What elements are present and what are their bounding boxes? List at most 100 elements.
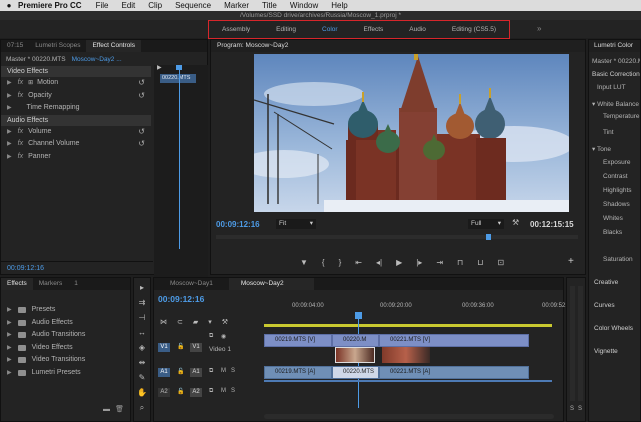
menu-file[interactable]: File — [96, 1, 109, 10]
tab-moscow-day2[interactable]: Moscow~Day2 — [228, 278, 314, 290]
playhead-handle[interactable] — [176, 65, 182, 70]
video-clip-00221[interactable]: 00221.MTS [V] — [379, 334, 529, 347]
expand-icon[interactable]: ▶ — [7, 329, 12, 342]
lumetri-color-wheels[interactable]: Color Wheels — [589, 325, 640, 332]
lumetri-basic-correction[interactable]: Basic Correction — [589, 71, 640, 78]
lumetri-whites[interactable]: Whites — [589, 215, 640, 222]
timeline-settings-icon[interactable]: ⚒ — [222, 318, 228, 326]
program-scrub-bar[interactable] — [216, 235, 578, 239]
tab-effects[interactable]: Effects — [1, 278, 33, 290]
tab-moscow-day1[interactable]: Moscow~Day1 — [154, 278, 229, 290]
effects-item-video-transitions[interactable]: ▶ Video Transitions — [1, 354, 130, 367]
lumetri-curves[interactable]: Curves — [589, 302, 640, 309]
effects-item-audio-effects[interactable]: ▶ Audio Effects — [1, 317, 130, 330]
program-playhead[interactable] — [486, 234, 491, 240]
expand-icon[interactable]: ▶ — [7, 90, 12, 103]
video-clip-00220[interactable]: 00220.M — [332, 334, 379, 347]
selection-tool-icon[interactable]: ▸ — [137, 283, 147, 293]
menu-edit[interactable]: Edit — [121, 1, 135, 10]
effect-controls-timecode[interactable]: 00:09:12:16 — [7, 265, 44, 272]
lumetri-contrast[interactable]: Contrast — [589, 173, 640, 180]
fx-icon[interactable]: fx — [18, 90, 23, 103]
effects-item-video-effects[interactable]: ▶ Video Effects — [1, 342, 130, 355]
workspace-effects[interactable]: Effects — [364, 26, 384, 33]
workspace-editing[interactable]: Editing — [276, 26, 296, 33]
expand-icon[interactable]: ▶ — [7, 151, 12, 164]
play-icon[interactable]: ▶ — [396, 258, 402, 267]
effect-time-remapping-row[interactable]: ▶ Time Remapping — [1, 102, 151, 115]
sync-lock-icon[interactable]: ⧉ — [209, 388, 213, 395]
expand-icon[interactable]: ▶ — [7, 354, 12, 367]
effect-volume-row[interactable]: ▶ fx Volume ↺ — [1, 126, 151, 139]
step-back-icon[interactable]: ⇤ — [355, 258, 362, 267]
lumetri-input-lut[interactable]: Input LUT — [589, 84, 640, 91]
snap-icon[interactable]: ⋈ — [160, 318, 167, 326]
workspace-audio[interactable]: Audio — [409, 26, 426, 33]
apple-icon[interactable]: ● — [0, 1, 18, 10]
a1-target[interactable]: A1 — [190, 368, 202, 377]
menu-sequence[interactable]: Sequence — [175, 1, 211, 10]
lumetri-saturation[interactable]: Saturation — [589, 256, 640, 263]
sequence-clip-label[interactable]: Moscow~Day2 ... — [72, 56, 122, 63]
track-select-tool-icon[interactable]: ⇉ — [137, 298, 147, 308]
export-frame-icon[interactable]: ⊡ — [498, 258, 505, 267]
reset-icon[interactable]: ↺ — [138, 126, 145, 139]
meter-solo-right[interactable]: S — [578, 406, 582, 412]
mute-button[interactable]: M — [221, 368, 226, 374]
lock-icon[interactable]: 🔓 — [177, 368, 184, 375]
slip-tool-icon[interactable]: ⇹ — [137, 358, 147, 368]
menu-help[interactable]: Help — [331, 1, 347, 10]
lumetri-temperature[interactable]: Temperature — [589, 113, 640, 120]
program-timecode[interactable]: 00:09:12:16 — [216, 220, 260, 229]
solo-button[interactable]: S — [231, 388, 235, 394]
tab-timecode[interactable]: 07:15 — [1, 40, 29, 52]
play-icon[interactable]: ▶ — [157, 64, 165, 71]
v1-source-patch[interactable]: V1 — [158, 343, 170, 352]
frame-forward-icon[interactable]: |▸ — [416, 258, 422, 267]
effects-item-audio-transitions[interactable]: ▶ Audio Transitions — [1, 329, 130, 342]
expand-icon[interactable]: ▶ — [7, 317, 12, 330]
go-to-out-icon[interactable]: ⇥ — [436, 258, 443, 267]
timeline-ruler[interactable]: 00:09:04:00 00:09:20:00 00:09:36:00 00:0… — [264, 300, 574, 316]
pen-tool-icon[interactable]: ✎ — [137, 373, 147, 383]
lumetri-creative[interactable]: Creative — [589, 279, 640, 286]
reset-icon[interactable]: ↺ — [138, 77, 145, 90]
expand-icon[interactable]: ▶ — [7, 304, 12, 317]
lumetri-tint[interactable]: Tint — [589, 129, 640, 136]
lumetri-vignette[interactable]: Vignette — [589, 348, 640, 355]
work-area-bar[interactable] — [264, 324, 552, 327]
effect-panner-row[interactable]: ▶ fx Panner — [1, 151, 151, 164]
expand-icon[interactable]: ▶ — [7, 77, 12, 90]
effects-item-lumetri-presets[interactable]: ▶ Lumetri Presets — [1, 367, 130, 380]
frame-back-icon[interactable]: ◂| — [376, 258, 382, 267]
workspace-more-button[interactable]: » — [537, 24, 541, 33]
fx-icon[interactable] — [18, 102, 22, 115]
sync-lock-icon[interactable]: ⧉ — [209, 368, 213, 375]
master-clip-label[interactable]: Master * 00220.MTS — [6, 56, 66, 63]
a2-source-patch[interactable]: A2 — [158, 388, 170, 397]
video-clip-00219[interactable]: 00219.MTS [V] — [264, 334, 332, 347]
effect-motion-row[interactable]: ▶ fx ⊞ Motion ↺ — [1, 77, 151, 90]
reset-icon[interactable]: ↺ — [138, 90, 145, 103]
tab-markers[interactable]: Markers — [33, 278, 68, 290]
lock-icon[interactable]: 🔓 — [177, 343, 184, 350]
fx-icon[interactable]: fx — [18, 138, 23, 151]
app-name[interactable]: Premiere Pro CC — [18, 1, 82, 10]
wrench-icon[interactable]: ⚒ — [512, 218, 519, 227]
menu-window[interactable]: Window — [290, 1, 318, 10]
hand-tool-icon[interactable]: ✋ — [137, 388, 147, 398]
motion-transform-icon[interactable]: ⊞ — [28, 77, 33, 90]
sync-lock-icon[interactable]: ⧉ — [209, 333, 213, 340]
quality-select[interactable]: Full ▾ — [468, 219, 504, 229]
menu-title[interactable]: Title — [262, 1, 277, 10]
program-monitor-title[interactable]: Program: Moscow~Day2 — [211, 40, 585, 52]
mute-button[interactable]: M — [221, 388, 226, 394]
lumetri-highlights[interactable]: Highlights — [589, 187, 640, 194]
fx-icon[interactable]: fx — [18, 126, 23, 139]
lumetri-master-label[interactable]: Master * 00220.MTS — [589, 52, 640, 65]
new-bin-icon[interactable]: ▬ — [103, 406, 110, 413]
solo-button[interactable]: S — [231, 368, 235, 374]
effect-opacity-row[interactable]: ▶ fx Opacity ↺ — [1, 90, 151, 103]
zoom-tool-icon[interactable]: ⌕ — [137, 403, 147, 413]
lumetri-exposure[interactable]: Exposure — [589, 159, 640, 166]
